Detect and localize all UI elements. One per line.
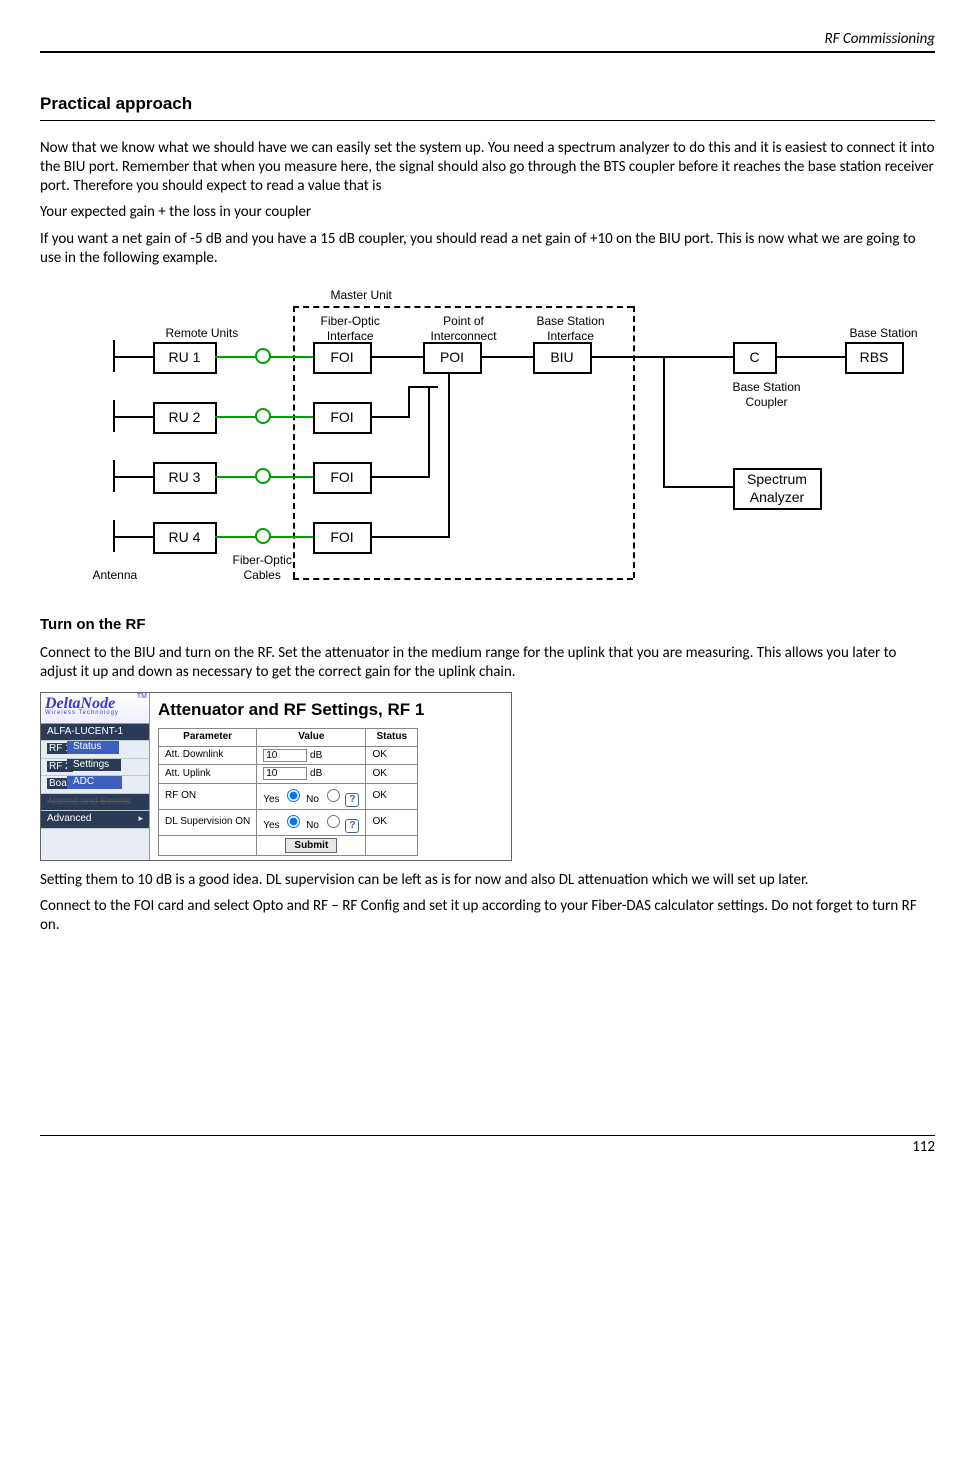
page-number: 112 (912, 1138, 935, 1156)
fiber-dot-icon (255, 348, 271, 364)
table-row: RF ON Yes No ? OK (159, 783, 418, 809)
nav-item-alarms[interactable]: Alarms and Events (41, 794, 149, 812)
th-value: Value (257, 729, 366, 747)
panel-logo: DeltaNode Wireless Technology TM (41, 693, 149, 724)
panel-sidebar: DeltaNode Wireless Technology TM ALFA-LU… (41, 693, 150, 860)
box-foi4: FOI (313, 522, 372, 554)
section-heading-turn-on-rf: Turn on the RF (40, 616, 935, 635)
body-text: Your expected gain + the loss in your co… (40, 203, 935, 222)
fiber-dot-icon (255, 468, 271, 484)
nav-item-adc[interactable]: ADC (67, 776, 122, 789)
box-ru4: RU 4 (153, 522, 217, 554)
panel-nav: ALFA-LUCENT-1 RF 1 Status RF 2 Settings … (41, 724, 149, 829)
dl-sup-no-radio[interactable] (327, 815, 340, 828)
box-foi2: FOI (313, 402, 372, 434)
label-master-unit: Master Unit (331, 288, 392, 303)
submit-button[interactable]: Submit (285, 838, 337, 853)
cell-status: OK (366, 809, 418, 835)
att-uplink-input[interactable] (263, 767, 307, 780)
cell-param: RF ON (159, 783, 257, 809)
cell-status: OK (366, 783, 418, 809)
label-base-station: Base Station (850, 326, 918, 341)
nav-item-node[interactable]: ALFA-LUCENT-1 (41, 724, 149, 742)
table-row: DL Supervision ON Yes No ? OK (159, 809, 418, 835)
header-title: RF Commissioning (824, 30, 935, 48)
cell-param: DL Supervision ON (159, 809, 257, 835)
box-foi1: FOI (313, 342, 372, 374)
logo-tagline: Wireless Technology (45, 710, 119, 718)
cell-param: Att. Uplink (159, 765, 257, 784)
body-text: Now that we know what we should have we … (40, 139, 935, 195)
help-icon[interactable]: ? (345, 819, 359, 833)
label-bsc: Base Station Coupler (733, 380, 801, 410)
settings-table: Parameter Value Status Att. Downlink dB … (158, 728, 418, 856)
box-poi: POI (423, 342, 482, 374)
panel-title: Attenuator and RF Settings, RF 1 (158, 699, 503, 720)
box-biu: BIU (533, 342, 592, 374)
label-poi: Point of Interconnect (431, 314, 497, 344)
table-row: Att. Uplink dB OK (159, 765, 418, 784)
help-icon[interactable]: ? (345, 793, 359, 807)
th-status: Status (366, 729, 418, 747)
att-downlink-input[interactable] (263, 749, 307, 762)
box-rbs: RBS (845, 342, 904, 374)
body-text: If you want a net gain of -5 dB and you … (40, 230, 935, 268)
label-biu: Base Station Interface (537, 314, 605, 344)
fiber-dot-icon (255, 528, 271, 544)
label-remote-units: Remote Units (166, 326, 239, 341)
box-ru1: RU 1 (153, 342, 217, 374)
rf-on-yes-radio[interactable] (287, 789, 300, 802)
nav-item-settings[interactable]: Settings (67, 759, 121, 772)
label-foc: Fiber-Optic Cables (233, 553, 292, 583)
page-footer: 112 (40, 1135, 935, 1157)
box-spectrum-analyzer: Spectrum Analyzer (733, 468, 822, 510)
rf-on-no-radio[interactable] (327, 789, 340, 802)
body-text: Setting them to 10 dB is a good idea. DL… (40, 871, 935, 890)
th-parameter: Parameter (159, 729, 257, 747)
box-coupler: C (733, 342, 777, 374)
cell-status: OK (366, 765, 418, 784)
body-text: Connect to the FOI card and select Opto … (40, 897, 935, 935)
dl-sup-yes-radio[interactable] (287, 815, 300, 828)
logo-tm: TM (137, 693, 147, 702)
fiber-dot-icon (255, 408, 271, 424)
nav-item-status[interactable]: Status (67, 741, 119, 754)
box-ru3: RU 3 (153, 462, 217, 494)
body-text: Connect to the BIU and turn on the RF. S… (40, 644, 935, 682)
nav-item-advanced[interactable]: Advanced (41, 811, 149, 829)
biu-settings-panel: DeltaNode Wireless Technology TM ALFA-LU… (40, 692, 512, 861)
page-header: RF Commissioning (40, 30, 935, 53)
box-ru2: RU 2 (153, 402, 217, 434)
panel-main: Attenuator and RF Settings, RF 1 Paramet… (150, 693, 511, 860)
label-antenna: Antenna (93, 568, 138, 583)
label-foi: Fiber-Optic Interface (321, 314, 380, 344)
cell-param: Att. Downlink (159, 746, 257, 765)
section-heading-practical: Practical approach (40, 93, 935, 121)
box-foi3: FOI (313, 462, 372, 494)
cell-status: OK (366, 746, 418, 765)
system-diagram: Master Unit Remote Units Fiber-Optic Int… (53, 288, 923, 598)
table-row: Att. Downlink dB OK (159, 746, 418, 765)
